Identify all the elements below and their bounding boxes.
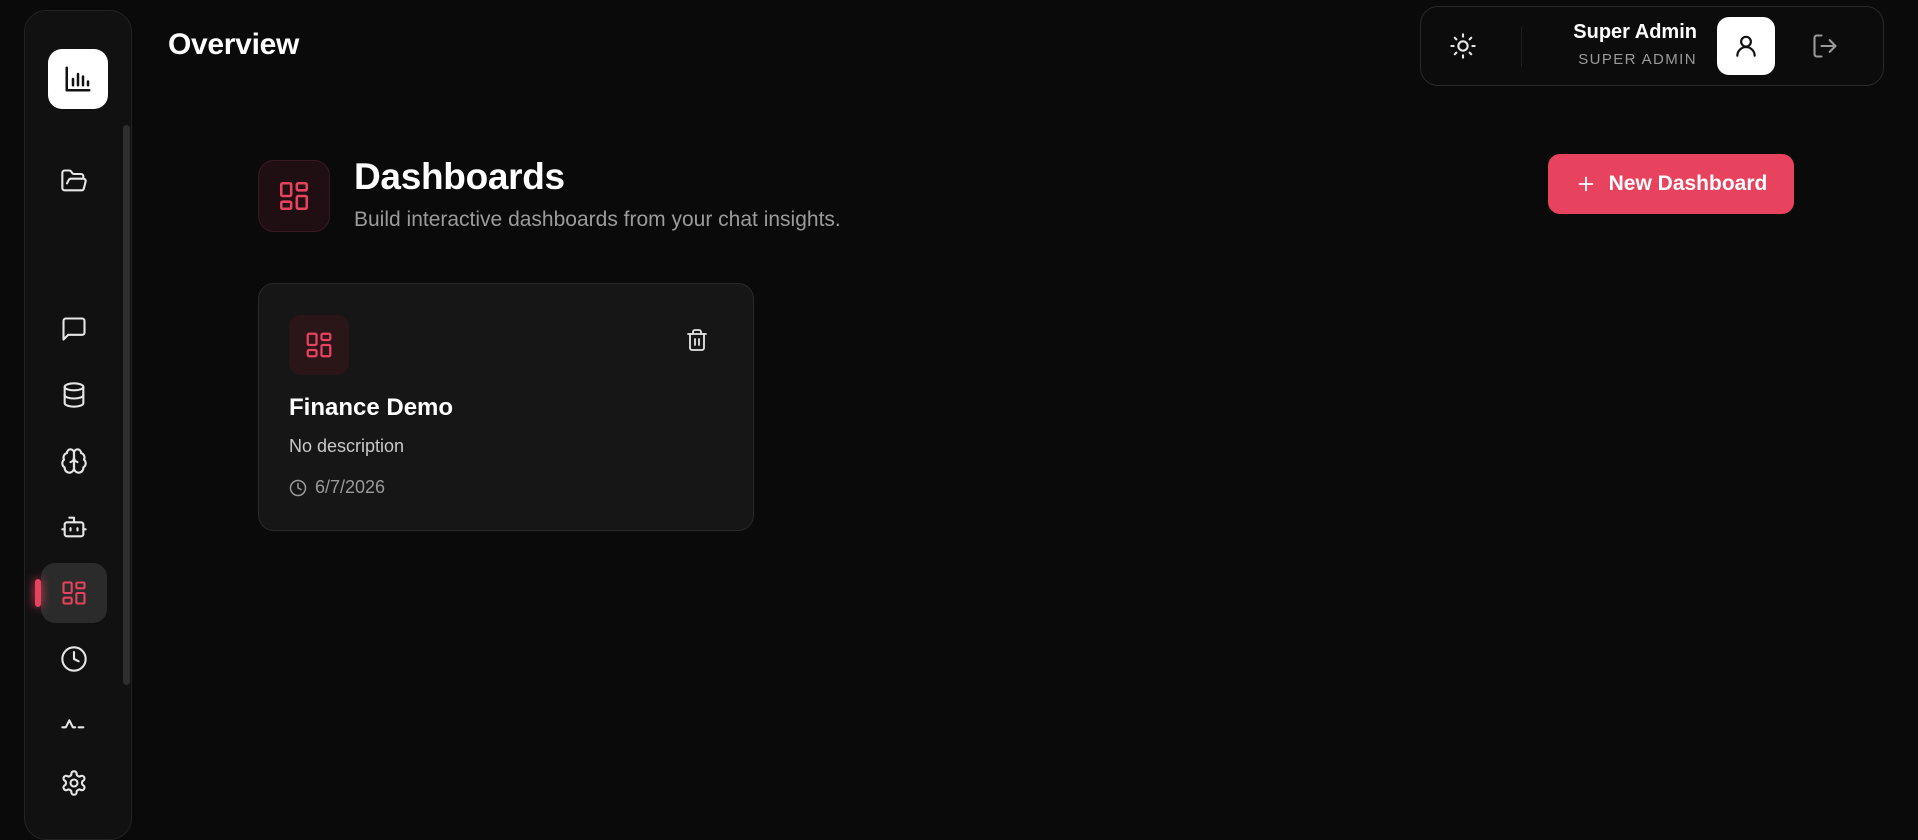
brain-icon <box>61 448 87 474</box>
user-role: SUPER ADMIN <box>1578 51 1697 68</box>
sidebar-item-agents[interactable] <box>41 497 107 557</box>
sidebar-item-activity[interactable] <box>41 695 107 755</box>
page-title: Overview <box>168 28 300 61</box>
clock-icon <box>61 646 87 672</box>
dashboard-icon <box>279 181 309 211</box>
gear-icon <box>62 770 86 796</box>
active-indicator <box>35 579 41 607</box>
folder-open-icon <box>61 169 87 192</box>
card-description: No description <box>289 436 405 456</box>
sidebar-item-dashboards[interactable] <box>35 563 107 623</box>
logout-icon <box>1813 34 1837 58</box>
dashboard-icon <box>62 581 86 605</box>
sidebar-item-files[interactable] <box>41 151 107 211</box>
sidebar-scrollbar[interactable] <box>123 125 130 685</box>
user-toolbar: Super Admin SUPER ADMIN <box>1420 6 1884 86</box>
sidebar-item-chat[interactable] <box>41 299 107 359</box>
card-date: 6/7/2026 <box>289 477 385 498</box>
dashboard-icon <box>306 332 332 358</box>
bar-chart-icon <box>65 66 91 92</box>
sidebar-item-knowledge[interactable] <box>41 431 107 491</box>
clock-icon <box>289 479 307 496</box>
plus-icon <box>1578 176 1593 192</box>
new-dashboard-button[interactable]: New Dashboard <box>1548 154 1794 214</box>
trash-icon <box>687 329 707 351</box>
app-logo[interactable] <box>48 49 108 109</box>
user-icon <box>1736 35 1756 57</box>
delete-dashboard-button[interactable] <box>679 322 715 358</box>
card-date-text: 6/7/2026 <box>315 477 386 497</box>
chat-icon <box>62 317 86 341</box>
section-title: Dashboards <box>354 156 565 197</box>
sidebar <box>24 10 132 840</box>
card-icon-tile <box>289 315 349 375</box>
theme-toggle-button[interactable] <box>1445 28 1481 64</box>
bot-icon <box>61 516 87 538</box>
dashboard-card[interactable]: Finance Demo No description 6/7/2026 <box>258 283 754 531</box>
toolbar-divider <box>1521 27 1522 67</box>
sun-icon <box>1450 33 1476 59</box>
sidebar-item-database[interactable] <box>41 365 107 425</box>
section-subtitle: Build interactive dashboards from your c… <box>354 208 841 231</box>
sidebar-item-history[interactable] <box>41 629 107 689</box>
card-title: Finance Demo <box>289 394 454 421</box>
activity-icon <box>61 719 85 729</box>
database-icon <box>63 382 85 408</box>
logout-button[interactable] <box>1807 28 1843 64</box>
new-dashboard-label: New Dashboard <box>1608 172 1768 195</box>
sidebar-item-settings[interactable] <box>41 753 107 813</box>
avatar[interactable] <box>1717 17 1775 75</box>
user-name: Super Admin <box>1573 21 1697 43</box>
section-icon-tile <box>258 160 330 232</box>
